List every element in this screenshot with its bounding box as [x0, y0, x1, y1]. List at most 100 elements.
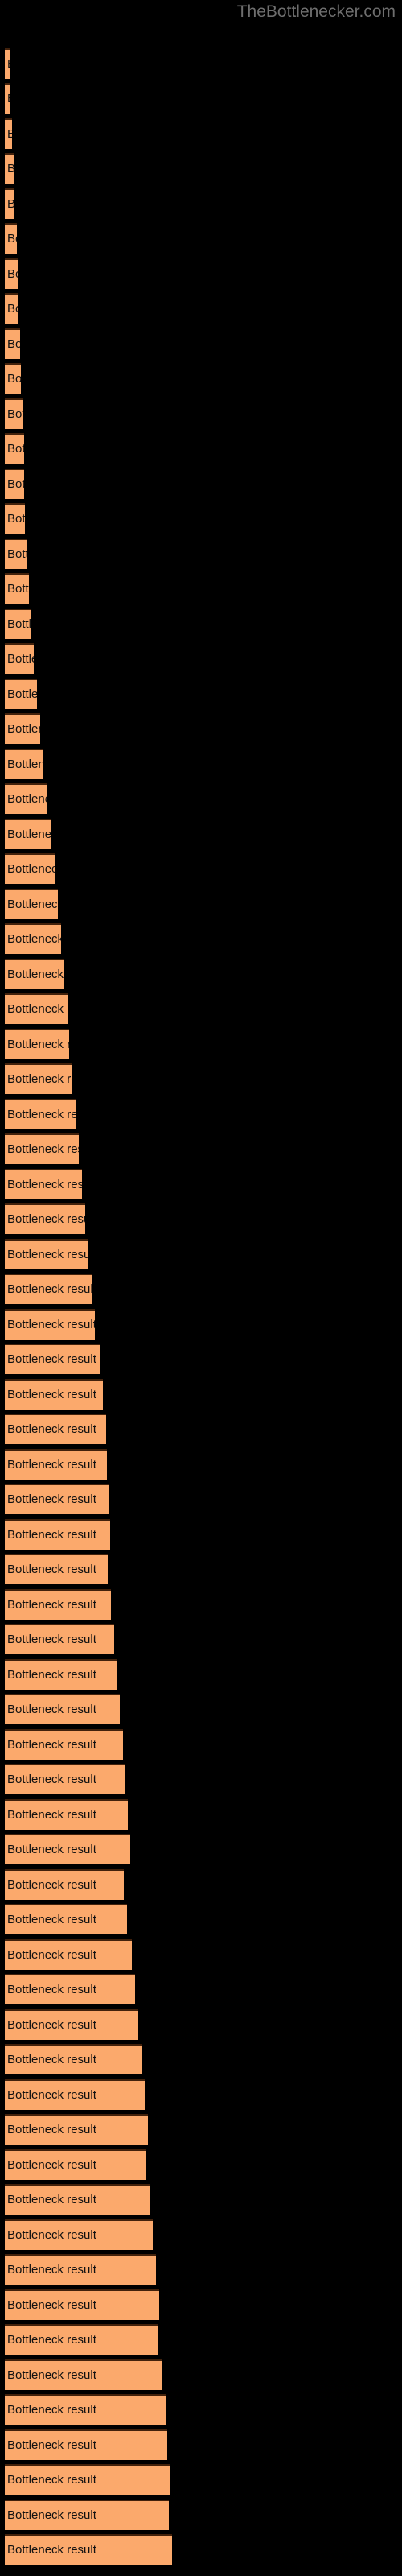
bar-row: Bottleneck result: [0, 1379, 402, 1410]
bar-row: Bottleneck result: [0, 1414, 402, 1444]
bar: Bottleneck result: [5, 2114, 148, 2145]
bar: Bottleneck result: [5, 1169, 82, 1199]
bar-label: Bottleneck result: [7, 337, 20, 351]
bar-row: Bottleneck result: [0, 2359, 402, 2390]
bar: Bottleneck result: [5, 2149, 146, 2180]
bar: Bottleneck result: [5, 2534, 172, 2565]
bar: Bottleneck result: [5, 2009, 138, 2040]
bar: Bottleneck result: [5, 223, 17, 254]
bar-label: Bottleneck result: [7, 1808, 96, 1822]
bar: Bottleneck result: [5, 2254, 156, 2285]
bar-label: Bottleneck result: [7, 1913, 96, 1926]
bar-row: Bottleneck result: [0, 2079, 402, 2110]
bar-row: Bottleneck result: [0, 1729, 402, 1760]
bar-row: Bottleneck result: [0, 713, 402, 744]
bar: Bottleneck result: [5, 2324, 158, 2355]
bar-label: Bottleneck result: [7, 722, 40, 736]
bar: Bottleneck result: [5, 153, 14, 184]
bar-label: Bottleneck result: [7, 1422, 96, 1436]
bar-row: Bottleneck result: [0, 2464, 402, 2495]
bar-row: Bottleneck result: [0, 2184, 402, 2215]
bar-label: Bottleneck result: [7, 1598, 96, 1612]
bar-row: Bottleneck result: [0, 223, 402, 254]
bar: Bottleneck result: [5, 1869, 124, 1900]
bar: Bottleneck result: [5, 1484, 109, 1514]
bar: Bottleneck result: [5, 1799, 128, 1830]
bar: Bottleneck result: [5, 783, 47, 814]
bar-label: Bottleneck result: [7, 1563, 96, 1576]
bar-row: Bottleneck result: [0, 993, 402, 1024]
bar-label: Bottleneck result: [7, 1492, 96, 1506]
bar-row: Bottleneck result: [0, 2044, 402, 2074]
bar: Bottleneck result: [5, 1764, 125, 1794]
bar: Bottleneck result: [5, 1834, 130, 1864]
bar-label: Bottleneck result: [7, 932, 61, 946]
bar-label: Bottleneck result: [7, 2333, 96, 2347]
bar-row: Bottleneck result: [0, 1274, 402, 1304]
bar-row: Bottleneck result: [0, 853, 402, 884]
bar-label: Bottleneck result: [7, 1843, 96, 1856]
bar-label: Bottleneck result: [7, 1878, 96, 1892]
bar-label: Bottleneck result: [7, 267, 18, 281]
bar-row: Bottleneck result: [0, 783, 402, 814]
bar: Bottleneck result: [5, 539, 27, 569]
bar-label: Bottleneck result: [7, 2123, 96, 2136]
bar: Bottleneck result: [5, 1133, 79, 1164]
bar-label: Bottleneck result: [7, 1528, 96, 1542]
bar: Bottleneck result: [5, 118, 12, 149]
bar: Bottleneck result: [5, 1939, 132, 1970]
bar: Bottleneck result: [5, 1694, 120, 1724]
bar: Bottleneck result: [5, 363, 21, 394]
bar-row: Bottleneck result: [0, 433, 402, 464]
bar: Bottleneck result: [5, 1974, 135, 2004]
bar: Bottleneck result: [5, 2464, 170, 2495]
bar: Bottleneck result: [5, 819, 51, 849]
bar-label: Bottleneck result: [7, 161, 14, 176]
bar-label: Bottleneck result: [7, 1352, 96, 1366]
bar: Bottleneck result: [5, 1099, 76, 1129]
bar: Bottleneck result: [5, 398, 23, 429]
bar-label: Bottleneck result: [7, 1212, 85, 1226]
bar-label: Bottleneck result: [7, 477, 24, 491]
bar: Bottleneck result: [5, 1624, 114, 1654]
bar: Bottleneck result: [5, 48, 10, 79]
bar-row: Bottleneck result: [0, 1029, 402, 1059]
bar-label: Bottleneck result: [7, 792, 47, 806]
bar: Bottleneck result: [5, 1414, 106, 1444]
bar-label: Bottleneck result: [7, 1002, 68, 1016]
bar: Bottleneck result: [5, 1519, 110, 1550]
bar: Bottleneck result: [5, 1274, 92, 1304]
bar: Bottleneck result: [5, 1239, 88, 1269]
bar: Bottleneck result: [5, 293, 18, 324]
bar-row: Bottleneck result: [0, 1974, 402, 2004]
bar: Bottleneck result: [5, 1449, 107, 1480]
bar-label: Bottleneck result: [7, 1668, 96, 1682]
bar: Bottleneck result: [5, 713, 40, 744]
bar-row: Bottleneck result: [0, 2009, 402, 2040]
bar-row: Bottleneck result: [0, 889, 402, 919]
bar-label: Bottleneck result: [7, 898, 58, 911]
bar: Bottleneck result: [5, 1309, 95, 1340]
bar-row: Bottleneck result: [0, 643, 402, 674]
bar-label: Bottleneck result: [7, 652, 34, 666]
bar-label: Bottleneck result: [7, 2088, 96, 2102]
bar-row: Bottleneck result: [0, 2500, 402, 2530]
bar-label: Bottleneck result: [7, 2018, 96, 2032]
bar: Bottleneck result: [5, 1589, 111, 1620]
bar-row: Bottleneck result: [0, 2394, 402, 2425]
bar-row: Bottleneck result: [0, 153, 402, 184]
bar-label: Bottleneck result: [7, 2438, 96, 2452]
bar: Bottleneck result: [5, 2500, 169, 2530]
bar-row: Bottleneck result: [0, 2254, 402, 2285]
bar-row: Bottleneck result: [0, 959, 402, 989]
bar-label: Bottleneck result: [7, 828, 51, 841]
bar-row: Bottleneck result: [0, 1554, 402, 1584]
bar: Bottleneck result: [5, 1904, 127, 1934]
bar-row: Bottleneck result: [0, 539, 402, 569]
bar-label: Bottleneck result: [7, 2263, 96, 2277]
bar-row: Bottleneck result: [0, 1904, 402, 1934]
bar: Bottleneck result: [5, 643, 34, 674]
bar-label: Bottleneck result: [7, 407, 23, 421]
bar-label: Bottleneck result: [7, 512, 25, 526]
bar: Bottleneck result: [5, 2429, 167, 2460]
